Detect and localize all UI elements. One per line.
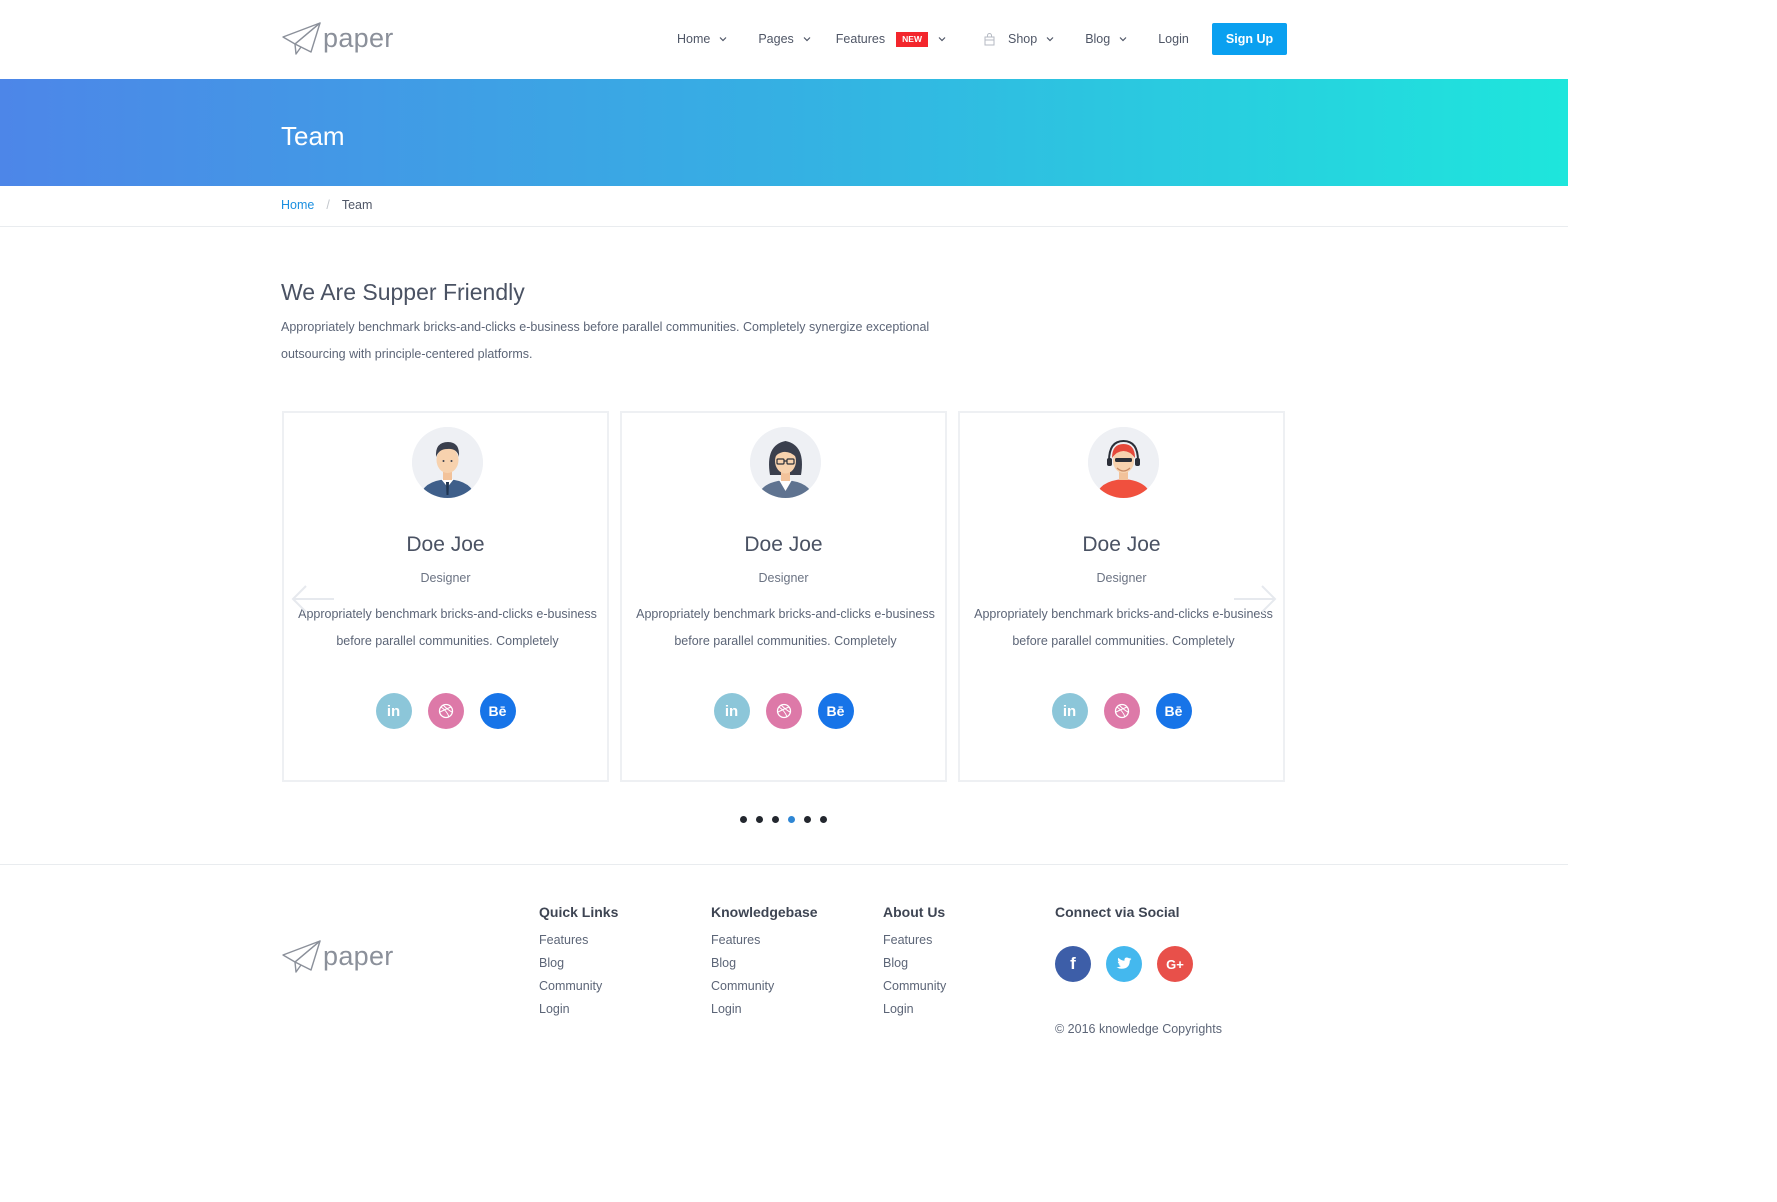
nav-item-label: Shop <box>1007 32 1038 46</box>
behance-icon[interactable]: Bē <box>1155 693 1192 729</box>
footer-link[interactable]: Features <box>539 929 618 952</box>
breadcrumb-current: Team <box>341 198 373 212</box>
footer-column-social: Connect via Social <box>1055 904 1179 929</box>
gamer-with-headset-avatar-icon <box>1088 427 1159 498</box>
nav-item-label: Home <box>677 32 711 46</box>
footer-link[interactable]: Features <box>711 929 818 952</box>
team-member-role: Designer <box>1096 571 1147 585</box>
carousel-dot-active[interactable] <box>788 816 795 823</box>
shopping-bag-icon <box>984 32 995 45</box>
chevron-down-icon <box>1046 37 1054 42</box>
footer-link[interactable]: Login <box>883 998 946 1021</box>
footer-link[interactable]: Blog <box>711 952 818 975</box>
section-title: We Are Supper Friendly <box>281 279 525 305</box>
dribbble-icon[interactable] <box>427 693 464 729</box>
nav-item-pages[interactable]: Pages <box>758 32 811 46</box>
new-badge: NEW <box>896 31 928 47</box>
nav-item-home[interactable]: Home <box>677 32 727 46</box>
logo-text: paper <box>323 22 394 53</box>
footer-link[interactable]: Features <box>883 929 946 952</box>
footer-column-knowledgebase: Knowledgebase Features Blog Community Lo… <box>711 904 818 1021</box>
footer-link[interactable]: Blog <box>883 952 946 975</box>
site-header: paper Home Pages Features NEW Shop Blog <box>0 0 1568 79</box>
paper-plane-icon <box>282 940 321 973</box>
team-member-role: Designer <box>420 571 471 585</box>
footer-column-quick-links: Quick Links Features Blog Community Logi… <box>539 904 618 1021</box>
team-member-role: Designer <box>758 571 809 585</box>
nav-item-features[interactable]: Features NEW <box>835 31 946 47</box>
team-member-name: Doe Joe <box>406 533 485 556</box>
dribbble-icon[interactable] <box>1103 693 1140 729</box>
nav-item-label: Blog <box>1085 32 1111 46</box>
carousel-next-arrow-icon[interactable] <box>1232 584 1278 614</box>
carousel-dot[interactable] <box>820 816 827 823</box>
man-in-suit-avatar-icon <box>412 427 483 498</box>
chevron-down-icon <box>803 37 811 42</box>
team-member-socials: in Bē <box>960 693 1283 729</box>
chevron-down-icon <box>938 37 946 42</box>
footer-divider <box>0 864 1568 865</box>
team-member-bio: Appropriately benchmark bricks-and-click… <box>974 607 1273 648</box>
team-member-name: Doe Joe <box>744 533 823 556</box>
carousel-dot[interactable] <box>804 816 811 823</box>
nav-item-shop[interactable]: Shop <box>984 32 1054 46</box>
footer-column-about-us: About Us Features Blog Community Login <box>883 904 946 1021</box>
footer-link[interactable]: Community <box>883 975 946 998</box>
chevron-down-icon <box>1119 37 1127 42</box>
google-plus-icon[interactable]: G+ <box>1157 946 1193 982</box>
footer-column-title: Knowledgebase <box>711 904 818 920</box>
carousel-pagination <box>740 816 827 823</box>
copyright-text: © 2016 knowledge Copyrights <box>1055 1022 1222 1036</box>
nav-item-label: Features <box>835 32 886 46</box>
breadcrumb-divider <box>0 226 1568 227</box>
team-member-socials: in Bē <box>622 693 945 729</box>
linkedin-icon[interactable]: in <box>375 693 412 729</box>
footer-column-title: Quick Links <box>539 904 619 920</box>
page-hero-banner: Team <box>0 79 1568 186</box>
page-title: Team <box>281 121 345 151</box>
carousel-dot[interactable] <box>772 816 779 823</box>
facebook-icon[interactable]: f <box>1055 946 1091 982</box>
breadcrumb-separator: / <box>326 198 330 212</box>
footer-logo[interactable]: paper <box>281 938 394 974</box>
team-member-bio: Appropriately benchmark bricks-and-click… <box>298 607 597 648</box>
footer-link[interactable]: Community <box>539 975 618 998</box>
carousel-prev-arrow-icon[interactable] <box>290 584 336 614</box>
linkedin-icon[interactable]: in <box>713 693 750 729</box>
footer-column-title: Connect via Social <box>1055 904 1180 920</box>
footer-link[interactable]: Login <box>539 998 618 1021</box>
carousel-dot[interactable] <box>740 816 747 823</box>
main-nav: Home Pages Features NEW Shop Blog Login <box>677 23 1189 55</box>
logo-text: paper <box>323 940 394 971</box>
footer-social-links: f G+ <box>1055 946 1193 982</box>
breadcrumb-home-link[interactable]: Home <box>281 198 314 212</box>
nav-item-label: Pages <box>758 32 794 46</box>
footer-link[interactable]: Login <box>711 998 818 1021</box>
behance-icon[interactable]: Bē <box>479 693 516 729</box>
team-member-card: Doe Joe Designer Appropriately benchmark… <box>620 411 947 782</box>
nav-item-blog[interactable]: Blog <box>1085 32 1127 46</box>
footer-column-title: About Us <box>883 904 946 920</box>
dribbble-icon[interactable] <box>765 693 802 729</box>
footer-link[interactable]: Community <box>711 975 818 998</box>
twitter-icon[interactable] <box>1106 946 1142 982</box>
nav-item-label: Login <box>1158 32 1189 46</box>
section-description: Appropriately benchmark bricks-and-click… <box>281 320 930 361</box>
chevron-down-icon <box>719 37 727 42</box>
team-member-bio: Appropriately benchmark bricks-and-click… <box>636 607 935 648</box>
footer-link[interactable]: Blog <box>539 952 618 975</box>
breadcrumb: Home / Team <box>281 198 372 212</box>
header-logo[interactable]: paper <box>281 20 394 56</box>
team-member-name: Doe Joe <box>1082 533 1161 556</box>
team-member-socials: in Bē <box>284 693 607 729</box>
carousel-dot[interactable] <box>756 816 763 823</box>
linkedin-icon[interactable]: in <box>1051 693 1088 729</box>
behance-icon[interactable]: Bē <box>817 693 854 729</box>
nav-item-login[interactable]: Login <box>1158 32 1189 46</box>
paper-plane-icon <box>282 22 321 55</box>
woman-with-glasses-avatar-icon <box>750 427 821 498</box>
sign-up-button[interactable]: Sign Up <box>1212 23 1287 55</box>
